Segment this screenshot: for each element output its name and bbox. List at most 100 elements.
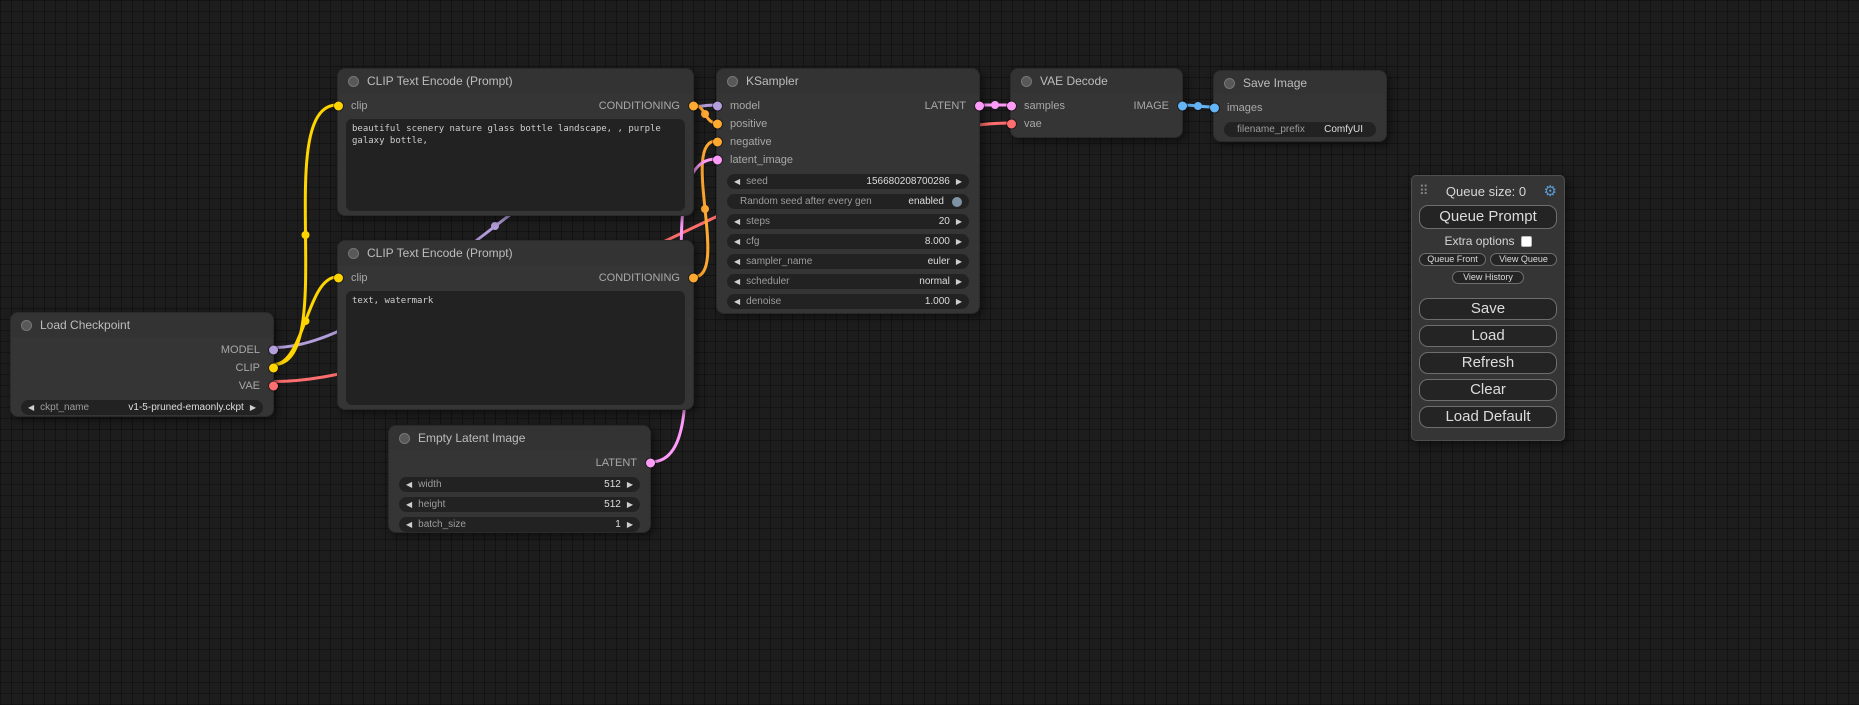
widget-value: euler (928, 256, 950, 267)
widget-value: 512 (604, 499, 621, 510)
conditioning-output-dot[interactable] (689, 102, 698, 111)
widget-random-seed-toggle[interactable]: Random seed after every gen enabled (727, 194, 969, 209)
decrement-arrow-icon[interactable]: ◀ (734, 234, 740, 249)
images-input-dot[interactable] (1210, 104, 1219, 113)
widget-label: cfg (746, 236, 759, 247)
queue-prompt-button[interactable]: Queue Prompt (1419, 205, 1557, 229)
node-save-image[interactable]: Save Image images filename_prefix ComfyU… (1213, 70, 1387, 142)
view-queue-button[interactable]: View Queue (1490, 253, 1557, 266)
queue-front-button[interactable]: Queue Front (1419, 253, 1486, 266)
increment-arrow-icon[interactable]: ▶ (956, 234, 962, 249)
decrement-arrow-icon[interactable]: ◀ (734, 274, 740, 289)
increment-arrow-icon[interactable]: ▶ (956, 254, 962, 269)
slot-row: positive (717, 115, 979, 133)
widget-steps[interactable]: ◀ steps 20 ▶ (727, 214, 969, 229)
slot-row: VAE (11, 377, 273, 395)
node-title-bar[interactable]: Save Image (1214, 71, 1386, 95)
node-title-bar[interactable]: KSampler (717, 69, 979, 93)
view-history-button[interactable]: View History (1452, 271, 1524, 284)
load-button[interactable]: Load (1419, 325, 1557, 347)
decrement-arrow-icon[interactable]: ◀ (734, 174, 740, 189)
clip-input-dot[interactable] (334, 102, 343, 111)
node-title-bar[interactable]: CLIP Text Encode (Prompt) (338, 241, 693, 265)
prompt-textarea[interactable]: text, watermark (346, 291, 685, 405)
collapse-dot-icon[interactable] (348, 248, 359, 259)
collapse-dot-icon[interactable] (399, 433, 410, 444)
widget-value: enabled (908, 196, 944, 207)
input-label-model: model (730, 100, 760, 112)
collapse-dot-icon[interactable] (727, 76, 738, 87)
widget-batch-size[interactable]: ◀ batch_size 1 ▶ (399, 517, 640, 532)
save-button[interactable]: Save (1419, 298, 1557, 320)
decrement-arrow-icon[interactable]: ◀ (734, 294, 740, 309)
node-title-bar[interactable]: VAE Decode (1011, 69, 1182, 93)
prompt-textarea[interactable]: beautiful scenery nature glass bottle la… (346, 119, 685, 211)
node-title-bar[interactable]: Empty Latent Image (389, 426, 650, 450)
widget-cfg[interactable]: ◀ cfg 8.000 ▶ (727, 234, 969, 249)
drag-handle-icon[interactable]: ⠿ (1419, 183, 1429, 199)
collapse-dot-icon[interactable] (348, 76, 359, 87)
increment-arrow-icon[interactable]: ▶ (250, 400, 256, 415)
clear-button[interactable]: Clear (1419, 379, 1557, 401)
settings-gear-icon[interactable]: ⚙ (1544, 184, 1557, 199)
decrement-arrow-icon[interactable]: ◀ (28, 400, 34, 415)
node-graph-canvas[interactable]: Load Checkpoint MODEL CLIP VAE ◀ ckpt_na… (0, 0, 1859, 705)
latent-image-input-dot[interactable] (713, 156, 722, 165)
latent-output-dot[interactable] (646, 459, 655, 468)
node-title: CLIP Text Encode (Prompt) (367, 74, 513, 88)
widget-value: 20 (939, 216, 950, 227)
increment-arrow-icon[interactable]: ▶ (956, 214, 962, 229)
negative-input-dot[interactable] (713, 138, 722, 147)
widget-seed[interactable]: ◀ seed 156680208700286 ▶ (727, 174, 969, 189)
widget-denoise[interactable]: ◀ denoise 1.000 ▶ (727, 294, 969, 309)
extra-options-checkbox[interactable] (1521, 236, 1532, 247)
collapse-dot-icon[interactable] (21, 320, 32, 331)
node-empty-latent-image[interactable]: Empty Latent Image LATENT ◀ width 512 ▶ … (388, 425, 651, 533)
model-input-dot[interactable] (713, 102, 722, 111)
node-load-checkpoint[interactable]: Load Checkpoint MODEL CLIP VAE ◀ ckpt_na… (10, 312, 274, 417)
node-clip-text-encode-positive[interactable]: CLIP Text Encode (Prompt) clip CONDITION… (337, 68, 694, 216)
widget-ckpt-name[interactable]: ◀ ckpt_name v1-5-pruned-emaonly.ckpt ▶ (21, 400, 263, 415)
widget-filename-prefix[interactable]: filename_prefix ComfyUI (1224, 122, 1376, 137)
increment-arrow-icon[interactable]: ▶ (956, 274, 962, 289)
extra-options-label: Extra options (1444, 234, 1514, 248)
decrement-arrow-icon[interactable]: ◀ (406, 517, 412, 532)
widget-sampler-name[interactable]: ◀ sampler_name euler ▶ (727, 254, 969, 269)
image-output-dot[interactable] (1178, 102, 1187, 111)
conditioning-output-dot[interactable] (689, 274, 698, 283)
collapse-dot-icon[interactable] (1224, 78, 1235, 89)
model-output-dot[interactable] (269, 346, 278, 355)
widget-height[interactable]: ◀ height 512 ▶ (399, 497, 640, 512)
widget-width[interactable]: ◀ width 512 ▶ (399, 477, 640, 492)
widget-scheduler[interactable]: ◀ scheduler normal ▶ (727, 274, 969, 289)
samples-input-dot[interactable] (1007, 102, 1016, 111)
widget-value: 1 (615, 519, 621, 530)
positive-input-dot[interactable] (713, 120, 722, 129)
vae-output-dot[interactable] (269, 382, 278, 391)
collapse-dot-icon[interactable] (1021, 76, 1032, 87)
load-default-button[interactable]: Load Default (1419, 406, 1557, 428)
widget-value: v1-5-pruned-emaonly.ckpt (128, 402, 243, 413)
node-clip-text-encode-negative[interactable]: CLIP Text Encode (Prompt) clip CONDITION… (337, 240, 694, 410)
vae-input-dot[interactable] (1007, 120, 1016, 129)
node-title-bar[interactable]: Load Checkpoint (11, 313, 273, 337)
node-title: Empty Latent Image (418, 431, 525, 445)
clip-input-dot[interactable] (334, 274, 343, 283)
increment-arrow-icon[interactable]: ▶ (627, 497, 633, 512)
latent-output-dot[interactable] (975, 102, 984, 111)
clip-output-dot[interactable] (269, 364, 278, 373)
node-title: Load Checkpoint (40, 318, 130, 332)
node-title-bar[interactable]: CLIP Text Encode (Prompt) (338, 69, 693, 93)
increment-arrow-icon[interactable]: ▶ (956, 174, 962, 189)
node-ksampler[interactable]: KSampler model LATENT positive negative … (716, 68, 980, 314)
increment-arrow-icon[interactable]: ▶ (627, 477, 633, 492)
increment-arrow-icon[interactable]: ▶ (627, 517, 633, 532)
decrement-arrow-icon[interactable]: ◀ (734, 254, 740, 269)
decrement-arrow-icon[interactable]: ◀ (734, 214, 740, 229)
refresh-button[interactable]: Refresh (1419, 352, 1557, 374)
toggle-knob[interactable] (952, 197, 962, 207)
increment-arrow-icon[interactable]: ▶ (956, 294, 962, 309)
node-vae-decode[interactable]: VAE Decode samples IMAGE vae (1010, 68, 1183, 138)
decrement-arrow-icon[interactable]: ◀ (406, 497, 412, 512)
decrement-arrow-icon[interactable]: ◀ (406, 477, 412, 492)
